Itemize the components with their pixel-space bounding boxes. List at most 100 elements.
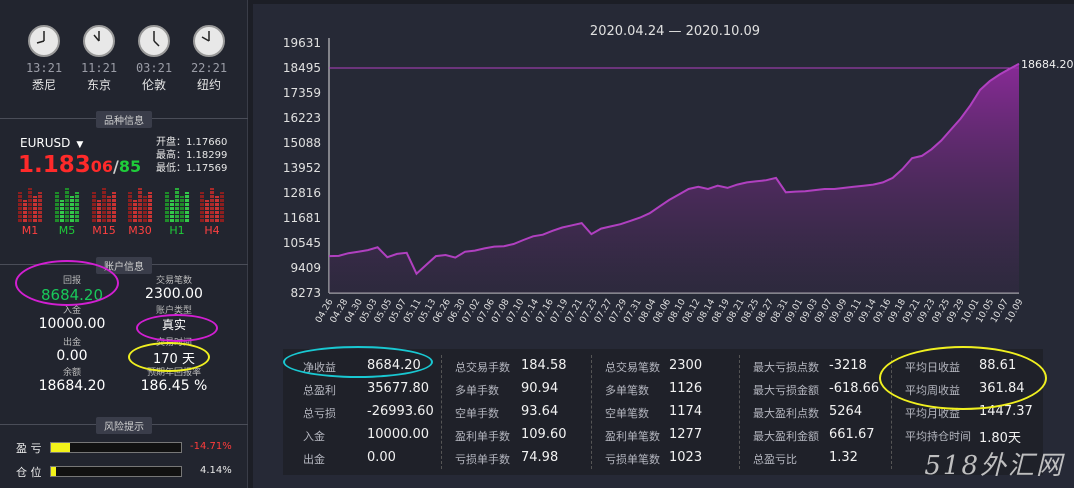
- annual-value: 186.45 %: [140, 378, 208, 394]
- timeframe-bar: [102, 188, 106, 222]
- timeframe-m1-button[interactable]: M1: [15, 224, 45, 237]
- section-label: 账户信息: [96, 257, 152, 274]
- stat-item: 最大盈利点数 5264: [753, 404, 862, 421]
- symbol-select[interactable]: EURUSD ▼: [20, 136, 83, 150]
- timeframe-h1-bars: [165, 186, 191, 222]
- stat-label: 入金: [303, 430, 325, 443]
- timeframe-m1-bars: [18, 186, 44, 222]
- stat-item: 盈利单手数 109.60: [455, 427, 567, 444]
- return-value: 8684.20: [40, 286, 104, 304]
- stat-item: 总亏损 -26993.60: [303, 404, 434, 421]
- annual-label: 预期年回报率: [146, 368, 201, 378]
- timeframe-bar: [215, 196, 219, 222]
- timeframe-bar: [175, 188, 179, 222]
- stat-value: 74.98: [521, 450, 559, 465]
- deposit-label: 入金: [62, 306, 81, 316]
- clock-city: 东京: [86, 78, 111, 92]
- timeframe-bar: [133, 200, 137, 222]
- risk-pnl-fill: [51, 443, 71, 452]
- price-big: 1.183: [18, 152, 91, 178]
- y-tick-label: 17359: [283, 86, 321, 100]
- account-annual-return: 预期年回报率 186.45 %: [124, 368, 224, 394]
- stats-divider: [891, 355, 892, 469]
- clock-sydney: 13:21 悉尼: [22, 24, 66, 93]
- last-value-label: 18684.20: [1021, 58, 1074, 71]
- section-label: 品种信息: [96, 111, 152, 128]
- stat-label: 总亏损: [303, 407, 336, 420]
- account-trades: 交易笔数 2300.00: [124, 276, 224, 302]
- clock-icon: [138, 25, 170, 57]
- stat-value: 1174: [669, 404, 703, 419]
- stats-divider: [739, 355, 740, 469]
- stat-label: 多单笔数: [605, 384, 649, 397]
- timeframe-bar: [143, 196, 147, 222]
- y-tick-label: 10545: [283, 236, 321, 250]
- stat-item: 空单手数 93.64: [455, 404, 558, 421]
- stat-label: 盈利单笔数: [605, 430, 660, 443]
- timeframe-bar: [75, 192, 79, 222]
- deposit-value: 10000.00: [38, 316, 106, 332]
- timeframe-bar: [180, 196, 184, 222]
- timeframe-bar: [112, 192, 116, 222]
- y-tick-label: 12816: [283, 186, 321, 200]
- stat-item: 平均周收益 361.84: [905, 381, 1025, 398]
- stat-value: 2300: [669, 358, 703, 373]
- stat-item: 最大盈利金额 661.67: [753, 427, 875, 444]
- stat-item: 总交易手数 184.58: [455, 358, 567, 375]
- timeframe-bar: [200, 192, 204, 222]
- clock-icon: [83, 25, 115, 57]
- stat-value: 1.32: [829, 450, 858, 465]
- stat-value: 10000.00: [367, 427, 430, 442]
- low-price: 最低：1.17569: [156, 163, 228, 174]
- timeframe-bar: [138, 188, 142, 222]
- risk-pnl-label: 盈 亏: [16, 442, 42, 455]
- timeframe-bar: [170, 200, 174, 222]
- timeframe-bar: [92, 192, 96, 222]
- stat-item: 空单笔数 1174: [605, 404, 702, 421]
- withdraw-label: 出金: [62, 338, 81, 348]
- stat-item: 多单笔数 1126: [605, 381, 702, 398]
- stat-item: 出金 0.00: [303, 450, 396, 467]
- stat-item: 平均持仓时间 1.80天: [905, 428, 1021, 446]
- stat-label: 平均月收益: [905, 407, 960, 420]
- clock-london: 03:21 伦敦: [132, 24, 176, 93]
- clock-city: 纽约: [196, 78, 221, 92]
- stat-item: 最大亏损金额 -618.66: [753, 381, 879, 398]
- timeframe-h1-button[interactable]: H1: [162, 224, 192, 237]
- risk-position-label: 仓 位: [16, 466, 42, 479]
- timeframe-h4-button[interactable]: H4: [197, 224, 227, 237]
- stat-label: 空单手数: [455, 407, 499, 420]
- stat-value: 93.64: [521, 404, 559, 419]
- stat-value: 90.94: [521, 381, 559, 396]
- timeframe-m15-button[interactable]: M15: [89, 224, 119, 237]
- clock-time: 13:21: [25, 61, 63, 75]
- stat-value: 1277: [669, 427, 703, 442]
- account-type: 账户类型 真实: [124, 306, 224, 333]
- stat-value: 109.60: [521, 427, 567, 442]
- left-panel: 13:21 悉尼 11:21 东京 03:21 伦敦 22:21 纽约 品种信息…: [0, 0, 248, 488]
- ohl-block: 开盘：1.17660 最高：1.18299 最低：1.17569: [156, 136, 227, 175]
- timeframe-bar: [55, 192, 59, 222]
- trades-value: 2300.00: [145, 286, 203, 302]
- stat-value: 0.00: [367, 450, 396, 465]
- stat-value: 5264: [829, 404, 863, 419]
- timeframe-bar: [18, 192, 22, 222]
- days-value: 170 天: [153, 352, 195, 367]
- timeframe-bar: [165, 192, 169, 222]
- timeframe-bar: [33, 196, 37, 222]
- y-tick-label: 9409: [290, 261, 321, 275]
- timeframe-m5-button[interactable]: M5: [52, 224, 82, 237]
- balance-label: 余额: [62, 368, 81, 378]
- stat-item: 总盈亏比 1.32: [753, 450, 858, 467]
- timeframe-bar: [210, 188, 214, 222]
- stat-item: 总盈利 35677.80: [303, 381, 429, 398]
- y-tick-label: 8273: [290, 286, 321, 300]
- stat-item: 最大亏损点数 -3218: [753, 358, 867, 375]
- stat-item: 多单手数 90.94: [455, 381, 558, 398]
- stat-label: 亏损单手数: [455, 453, 510, 466]
- clock-time: 22:21: [190, 61, 228, 75]
- timeframe-m5-bars: [55, 186, 81, 222]
- timeframe-m30-button[interactable]: M30: [125, 224, 155, 237]
- days-label: 交易时间: [155, 338, 192, 348]
- timeframe-bar: [38, 192, 42, 222]
